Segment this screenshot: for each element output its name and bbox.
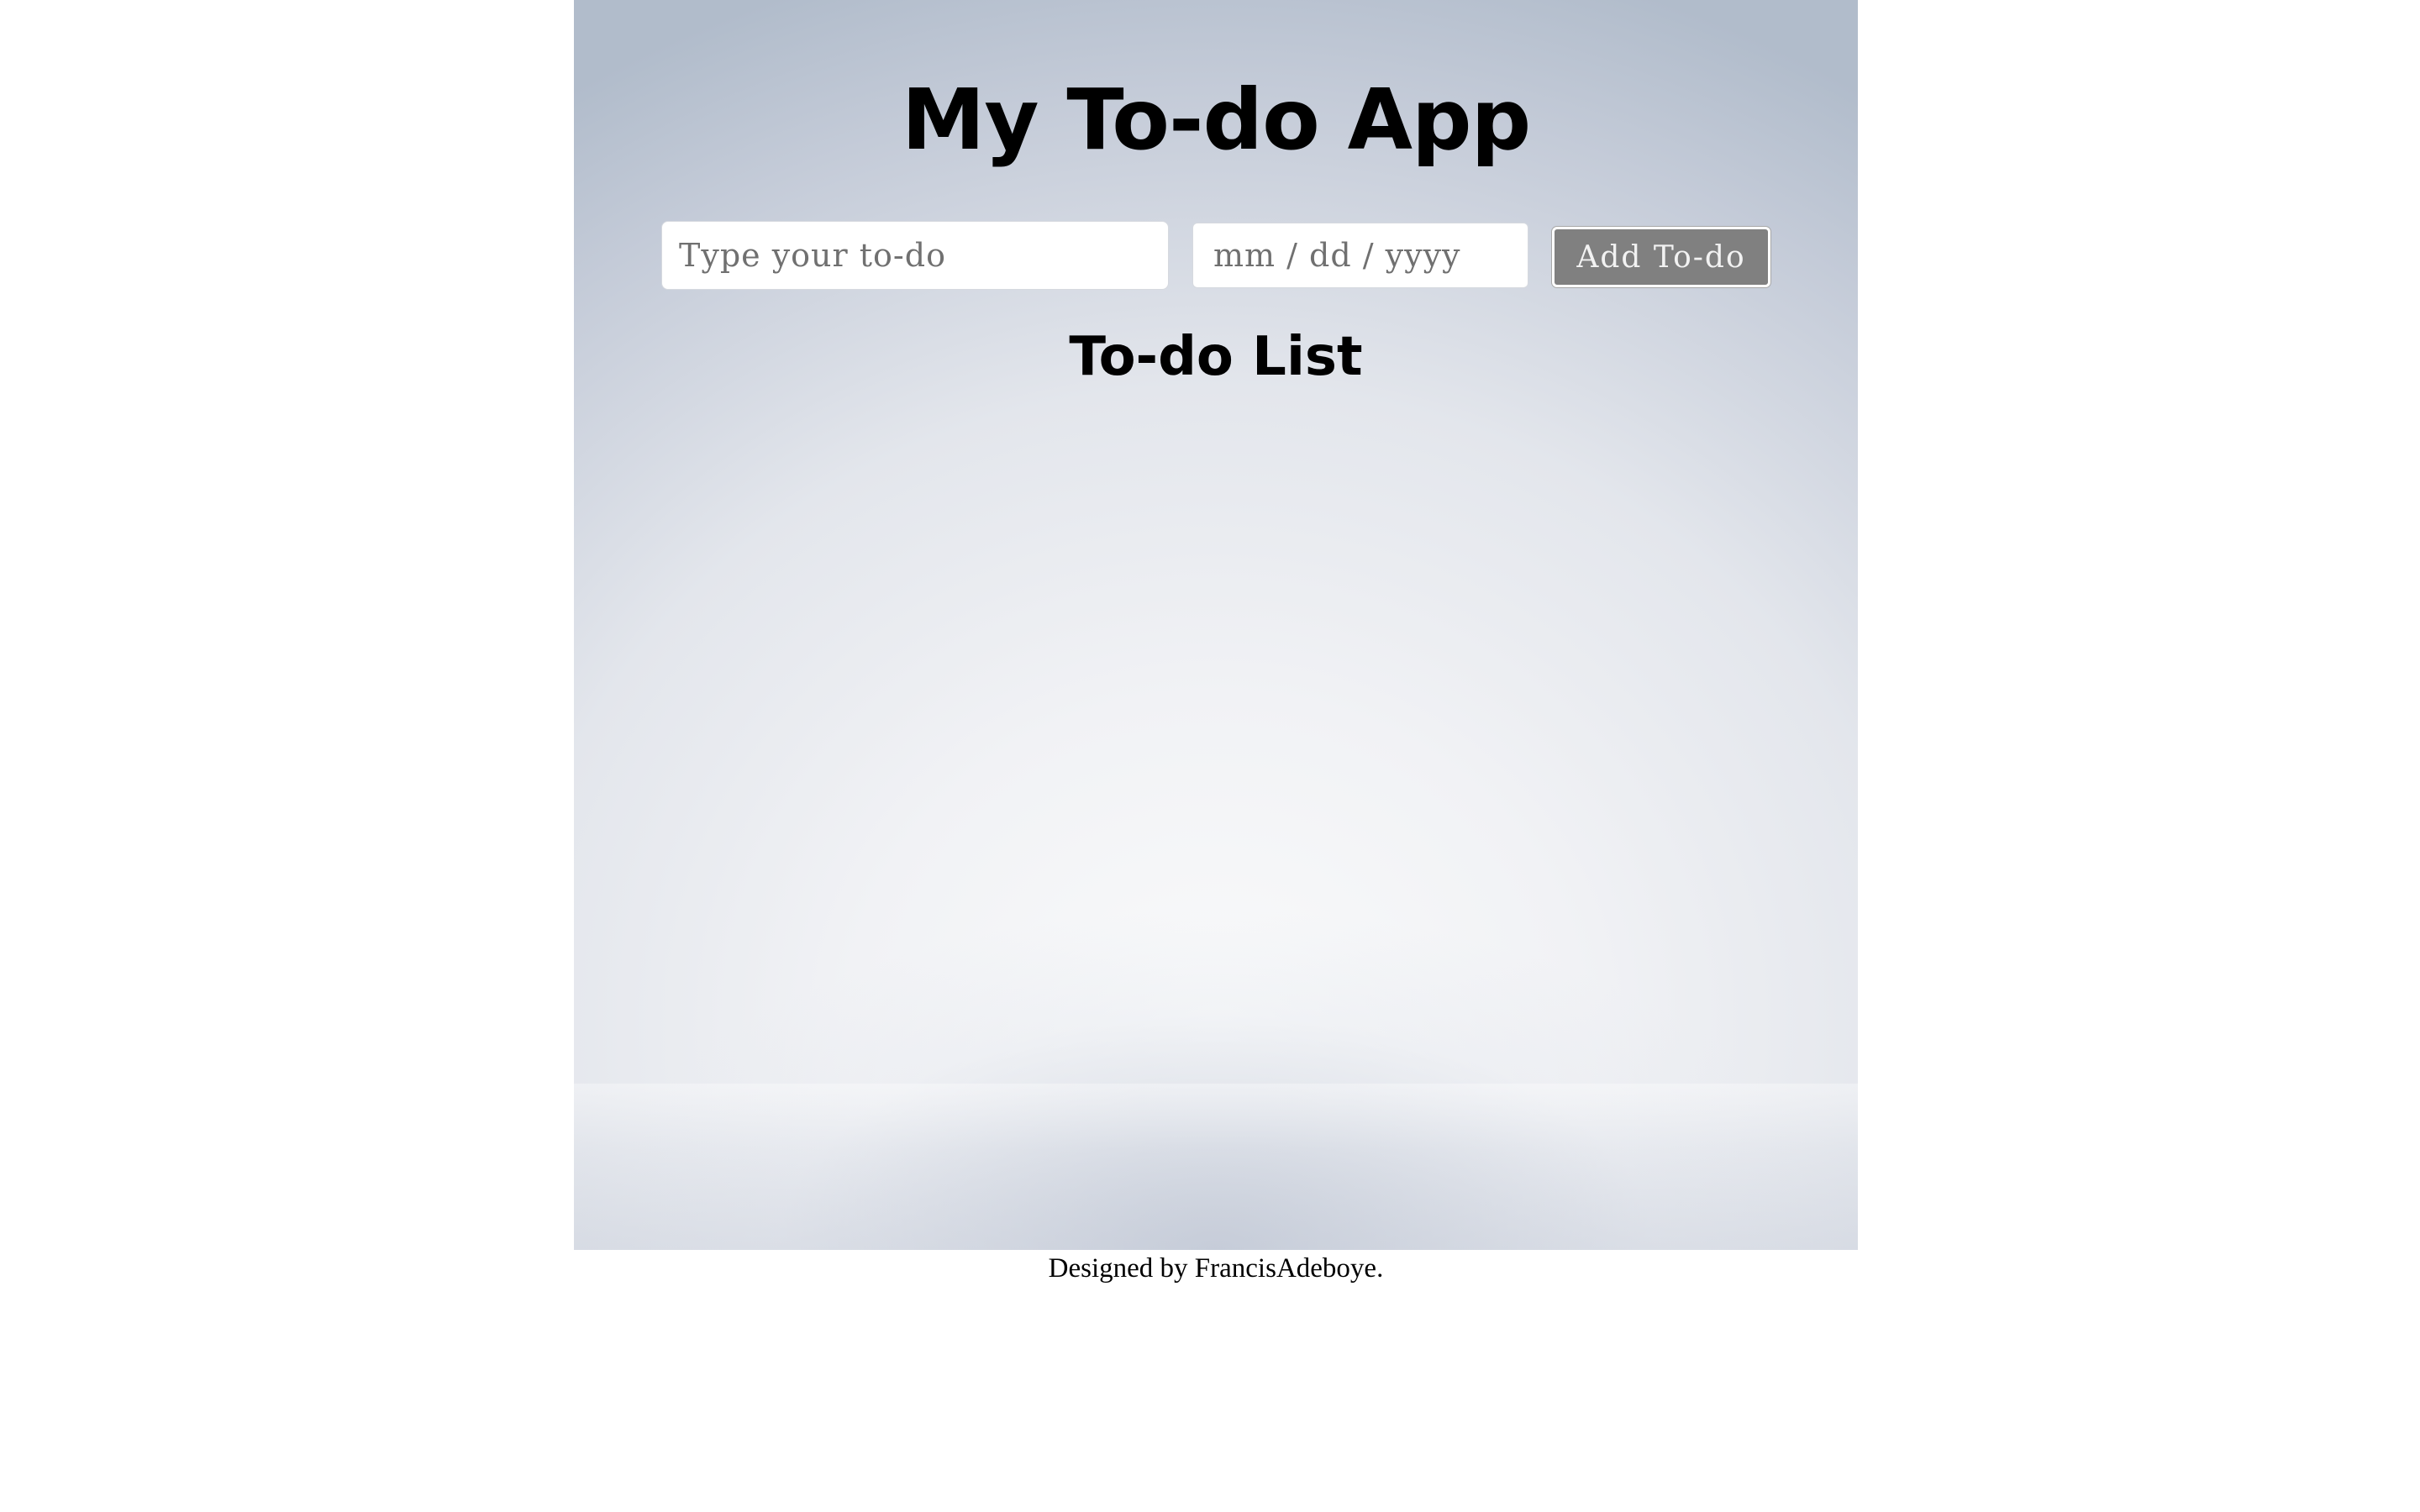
- todo-list-heading: To-do List: [1069, 326, 1363, 388]
- due-date-input[interactable]: [1192, 223, 1528, 288]
- footer-credit: Designed by FrancisAdeboye.: [1048, 1253, 1384, 1284]
- todo-list: [661, 403, 1770, 1058]
- page-title: My To-do App: [901, 71, 1531, 169]
- todo-input[interactable]: [661, 221, 1169, 290]
- add-todo-button[interactable]: Add To-do: [1552, 227, 1770, 287]
- app-panel: My To-do App Add To-do To-do List: [574, 0, 1858, 1250]
